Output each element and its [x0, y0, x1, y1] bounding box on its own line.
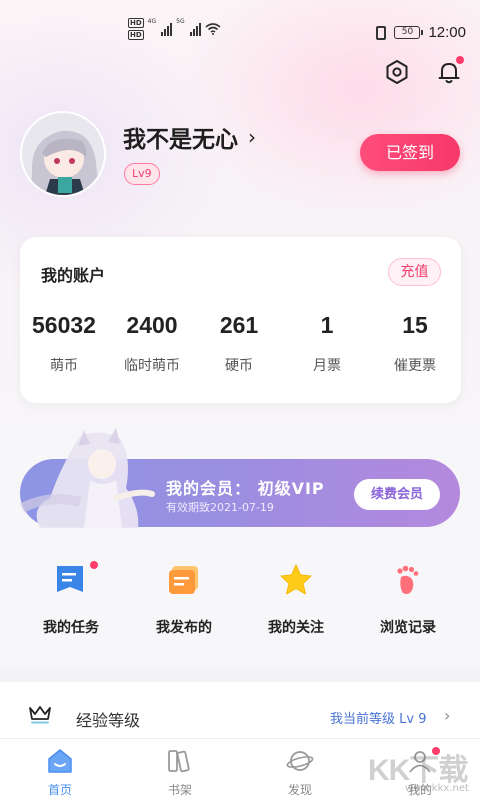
stat-item[interactable]: 1 月票 [277, 312, 377, 375]
action-history[interactable]: 浏览记录 [363, 563, 453, 637]
action-label: 我的任务 [43, 620, 99, 636]
notification-dot [456, 56, 464, 64]
tab-bookshelf[interactable]: 书架 [140, 747, 220, 798]
hd-badge-1: HD [128, 18, 144, 28]
username[interactable]: 我不是无心 › [123, 120, 256, 154]
stat-item[interactable]: 261 硬币 [189, 312, 289, 375]
network-type-2: 5G [176, 18, 185, 25]
stat-label: 催更票 [394, 358, 436, 374]
stat-item[interactable]: 2400 临时萌币 [102, 312, 202, 375]
action-label: 我发布的 [156, 620, 212, 636]
stat-label: 萌币 [50, 358, 78, 374]
hd-badge-2: HD [128, 30, 144, 40]
bookshelf-icon [166, 747, 194, 775]
chevron-right-icon[interactable]: › [444, 706, 450, 725]
stat-item[interactable]: 15 催更票 [365, 312, 465, 375]
chevron-right-icon[interactable]: › [248, 125, 256, 149]
account-title: 我的账户 [41, 266, 106, 285]
action-my-follows[interactable]: 我的关注 [251, 563, 341, 637]
clock: 12:00 [428, 24, 466, 41]
task-notification-dot [90, 561, 98, 569]
status-bar: HD HD 4G 5G 50 12:00 [0, 0, 480, 66]
renew-vip-button[interactable]: 续费会员 [354, 479, 440, 510]
settings-icon[interactable] [383, 58, 411, 86]
planet-icon [286, 747, 314, 775]
tab-home[interactable]: 首页 [20, 747, 100, 798]
battery-icon: 50 [394, 26, 424, 39]
stat-label: 临时萌币 [124, 358, 180, 374]
tab-label: 首页 [47, 783, 72, 797]
stat-value: 15 [402, 312, 428, 338]
watermark-url: www.kkx.net [405, 783, 469, 794]
tab-label: 书架 [167, 783, 192, 797]
action-my-tasks[interactable]: 我的任务 [26, 561, 116, 637]
username-text[interactable]: 我不是无心 [123, 120, 238, 154]
vip-character-illustration [20, 428, 155, 528]
stat-item[interactable]: 56032 萌币 [14, 312, 114, 375]
experience-label: 经验等级 [76, 711, 141, 730]
signal-icon [161, 22, 173, 36]
home-icon [46, 747, 74, 775]
star-icon [279, 563, 313, 597]
level-badge: Lv9 [124, 163, 160, 185]
stat-value: 261 [219, 312, 259, 338]
checkin-button[interactable]: 已签到 [360, 134, 460, 171]
footprint-icon [391, 563, 425, 597]
current-level-link[interactable]: 我当前等级 Lv 9 [330, 708, 426, 727]
vip-title: 我的会员： 初级VIP [166, 479, 325, 498]
action-label: 我的关注 [268, 620, 324, 636]
tab-discover[interactable]: 发现 [260, 747, 340, 798]
stat-label: 硬币 [225, 358, 253, 374]
crown-icon [29, 706, 51, 724]
vibrate-icon [376, 25, 387, 40]
account-card: 我的账户 充值 56032 萌币 2400 临时萌币 261 硬币 1 月票 1… [20, 237, 461, 403]
action-my-posts[interactable]: 我发布的 [139, 563, 229, 637]
avatar-image [22, 113, 104, 195]
vip-expire-date: 有效期致2021-07-19 [166, 501, 274, 514]
action-label: 浏览记录 [380, 620, 436, 636]
section-divider [0, 668, 480, 682]
recharge-button[interactable]: 充值 [388, 258, 441, 286]
network-type-1: 4G [147, 18, 157, 25]
avatar[interactable] [20, 111, 106, 197]
stat-value: 1 [320, 312, 334, 338]
wifi-icon [205, 23, 221, 35]
publish-icon [167, 563, 201, 597]
stat-value: 56032 [32, 312, 96, 338]
stat-value: 2400 [126, 312, 178, 338]
signal-icon [189, 22, 201, 36]
network-indicators: HD HD 4G 5G [128, 18, 221, 40]
stat-label: 月票 [313, 358, 341, 374]
tab-label: 发现 [287, 783, 312, 797]
task-icon [54, 561, 98, 597]
